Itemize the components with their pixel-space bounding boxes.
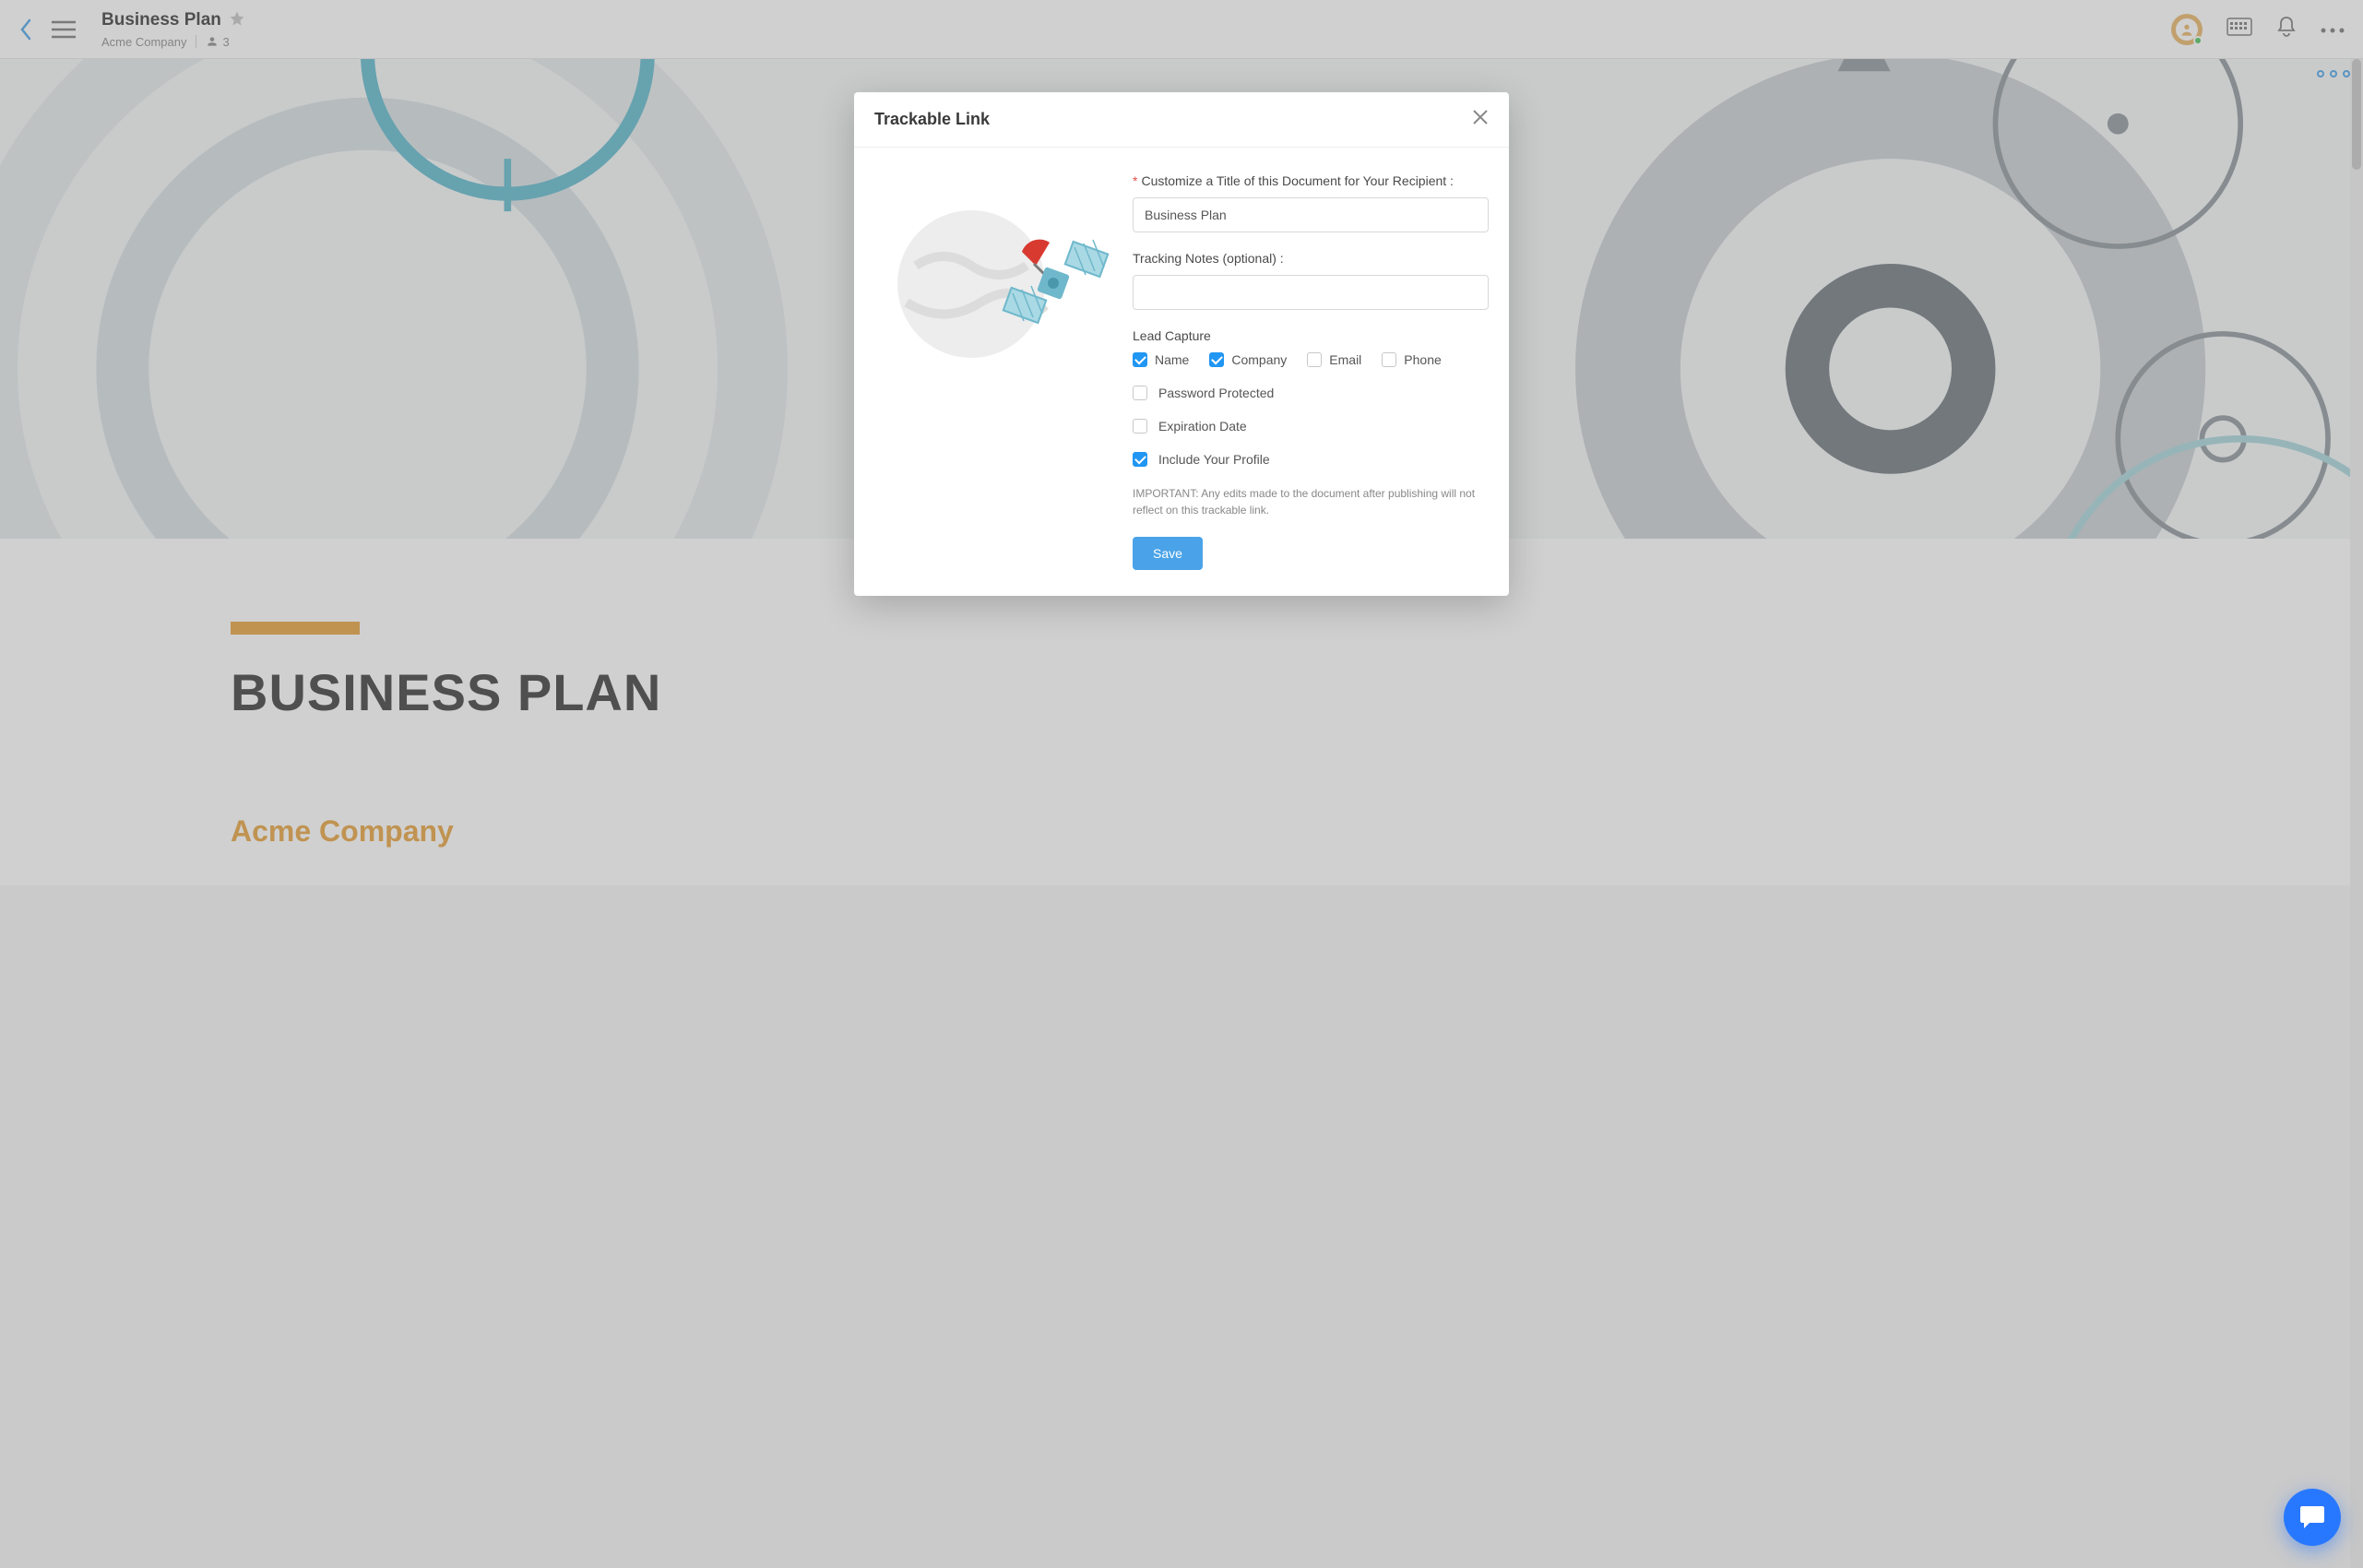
modal-title: Trackable Link: [874, 110, 990, 129]
checkbox-phone-label: Phone: [1404, 352, 1441, 367]
checkbox-phone[interactable]: [1382, 352, 1396, 367]
checkbox-name[interactable]: [1133, 352, 1147, 367]
checkbox-password[interactable]: [1133, 386, 1147, 400]
password-label: Password Protected: [1158, 386, 1274, 400]
expiration-label: Expiration Date: [1158, 419, 1247, 434]
checkbox-email[interactable]: [1307, 352, 1322, 367]
notes-input[interactable]: [1133, 275, 1489, 310]
checkbox-email-label: Email: [1329, 352, 1361, 367]
chat-button[interactable]: [2284, 1489, 2341, 1546]
notes-field-label: Tracking Notes (optional) :: [1133, 251, 1489, 266]
title-input[interactable]: [1133, 197, 1489, 232]
checkbox-include-profile[interactable]: [1133, 452, 1147, 467]
trackable-link-modal: Trackable Link: [854, 92, 1509, 596]
lead-capture-options: Name Company Email Phone: [1133, 352, 1489, 367]
include-profile-label: Include Your Profile: [1158, 452, 1270, 467]
modal-overlay: Trackable Link: [0, 0, 2363, 1568]
modal-illustration: [874, 173, 1114, 570]
save-button[interactable]: Save: [1133, 537, 1203, 570]
title-field-label: *Customize a Title of this Document for …: [1133, 173, 1489, 188]
checkbox-company-label: Company: [1231, 352, 1287, 367]
checkbox-company[interactable]: [1209, 352, 1224, 367]
close-button[interactable]: [1472, 109, 1489, 130]
lead-capture-label: Lead Capture: [1133, 328, 1489, 343]
checkbox-expiration[interactable]: [1133, 419, 1147, 434]
important-note: IMPORTANT: Any edits made to the documen…: [1133, 485, 1489, 518]
checkbox-name-label: Name: [1155, 352, 1189, 367]
